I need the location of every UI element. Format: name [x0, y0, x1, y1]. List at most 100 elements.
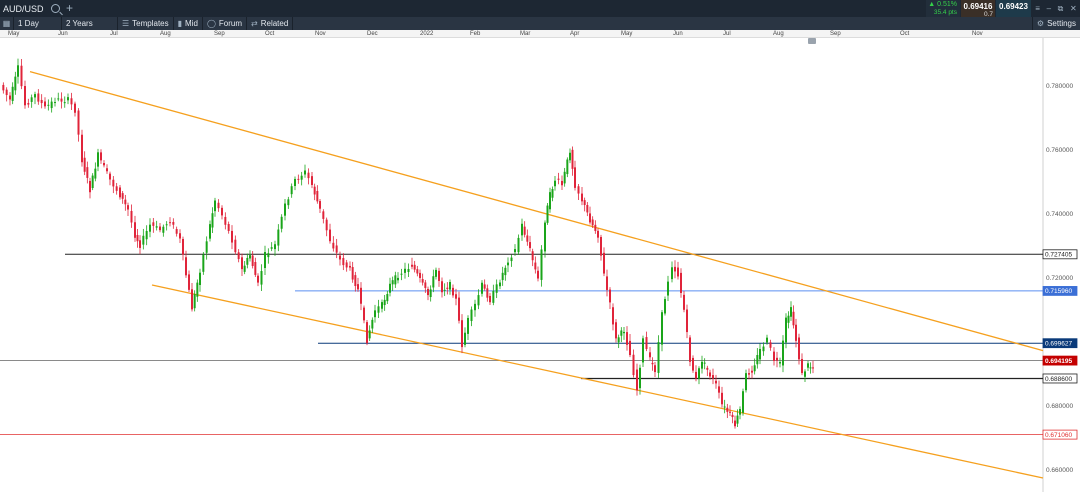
candle-body	[594, 224, 597, 231]
candle-body	[103, 162, 105, 166]
candle-body	[224, 216, 227, 225]
price-chart[interactable]: 0.7800000.7600000.7400000.7200000.700000…	[0, 38, 1080, 492]
candle-body	[683, 294, 685, 310]
month-label: Feb	[470, 31, 481, 37]
candle-body	[504, 267, 507, 276]
candle-body	[37, 93, 40, 102]
add-tab-icon[interactable]: +	[66, 1, 73, 15]
candle-body	[11, 86, 14, 101]
candle-body	[202, 254, 205, 272]
title-bar: AUD/USD + ▲ 0.51% 35.4 pts 0.69416 0.7 0…	[0, 0, 1080, 18]
candle-body	[756, 355, 759, 365]
candle-body	[544, 222, 546, 252]
candle-body	[736, 415, 739, 424]
candle-body	[712, 375, 714, 379]
candle-body	[335, 245, 338, 253]
candle-body	[510, 257, 513, 262]
candle-body	[284, 203, 286, 216]
search-icon[interactable]	[50, 4, 60, 13]
templates-button[interactable]: ☰ Templates	[118, 17, 174, 30]
candle-body	[83, 157, 86, 172]
range-label: 2 Years	[66, 19, 93, 28]
candle-body	[718, 386, 720, 393]
candle-body	[109, 173, 111, 180]
candle-body	[769, 342, 772, 348]
candle-body	[155, 226, 158, 228]
candle-body	[726, 407, 729, 412]
related-label: Related	[260, 19, 289, 28]
candle-body	[477, 295, 480, 306]
candle-body	[237, 252, 240, 260]
candle-body	[70, 98, 73, 105]
candle-body	[703, 362, 706, 364]
candle-body	[481, 282, 483, 294]
candle-body	[407, 268, 410, 273]
range-selector[interactable]: 2 Years	[62, 17, 118, 30]
minimize-icon[interactable]: –	[1047, 4, 1051, 13]
candle-body	[537, 270, 539, 279]
candle-body	[325, 219, 328, 231]
candle-body	[241, 257, 243, 270]
candle-body	[790, 307, 792, 317]
mid-button[interactable]: ▮ Mid	[174, 17, 203, 30]
candle-body	[86, 167, 89, 178]
candle-body	[254, 262, 257, 275]
close-icon[interactable]: ✕	[1070, 4, 1077, 13]
candle-body	[264, 252, 266, 269]
candle-body	[517, 237, 520, 253]
candle-body	[534, 262, 537, 270]
period-selector[interactable]: 1 Day	[14, 17, 62, 30]
related-button[interactable]: ⇄ Related	[247, 17, 294, 30]
candle-body	[404, 268, 406, 273]
candle-body	[280, 216, 283, 229]
candle-body	[172, 221, 175, 225]
candle-body	[577, 186, 580, 194]
candle-body	[386, 294, 389, 302]
candle-body	[734, 420, 736, 427]
candle-body	[342, 258, 345, 266]
layout-button[interactable]: ▦	[0, 17, 14, 30]
candle-body	[121, 193, 124, 199]
candle-body	[531, 251, 534, 261]
candle-body	[435, 269, 437, 277]
symbol-search[interactable]: AUD/USD	[3, 2, 60, 15]
price-level-tag-label: 0.694195	[1045, 358, 1072, 365]
popout-icon[interactable]: ⧉	[1058, 4, 1064, 14]
candle-body	[489, 295, 491, 303]
candle-body	[521, 223, 523, 236]
candle-body	[639, 367, 641, 389]
sell-button[interactable]: 0.69416 0.7	[961, 0, 995, 18]
candle-body	[642, 338, 644, 363]
candle-body	[427, 288, 429, 296]
candle-body	[60, 98, 63, 102]
candle-body	[667, 281, 669, 296]
price-tick-label: 0.680000	[1046, 403, 1073, 410]
time-axis[interactable]: May Jun Jul Aug Sep Oct Nov Dec 2022 Feb Mar Apr May…	[0, 30, 1080, 38]
price-tick-label: 0.660000	[1046, 467, 1073, 474]
buy-button[interactable]: 0.69423	[996, 0, 1031, 17]
candle-body	[349, 265, 351, 268]
related-icon: ⇄	[251, 19, 258, 28]
candle-body	[397, 277, 399, 281]
symbol-name[interactable]: AUD/USD	[3, 4, 44, 14]
candle-body	[159, 226, 161, 231]
forum-button[interactable]: ◯ Forum	[203, 17, 248, 30]
candle-body	[591, 219, 594, 226]
month-label: Oct	[900, 31, 910, 37]
window-controls: ≡ – ⧉ ✕	[1032, 0, 1080, 17]
price-level-tag-label: 0.727405	[1045, 252, 1072, 259]
candle-body	[44, 101, 46, 107]
candle-body	[214, 200, 216, 212]
candle-body	[632, 354, 635, 376]
candle-body	[620, 330, 623, 336]
candle-body	[63, 102, 66, 104]
time-scroll-marker	[808, 38, 816, 44]
candle-body	[609, 289, 611, 303]
change-percent: ▲ 0.51%	[928, 1, 957, 8]
upper-trendline	[29, 70, 1044, 352]
candle-body	[185, 257, 187, 276]
menu-icon[interactable]: ≡	[1035, 4, 1040, 13]
candle-body	[546, 205, 549, 223]
settings-label: Settings	[1047, 19, 1076, 28]
settings-button[interactable]: ⚙ Settings	[1031, 17, 1080, 30]
